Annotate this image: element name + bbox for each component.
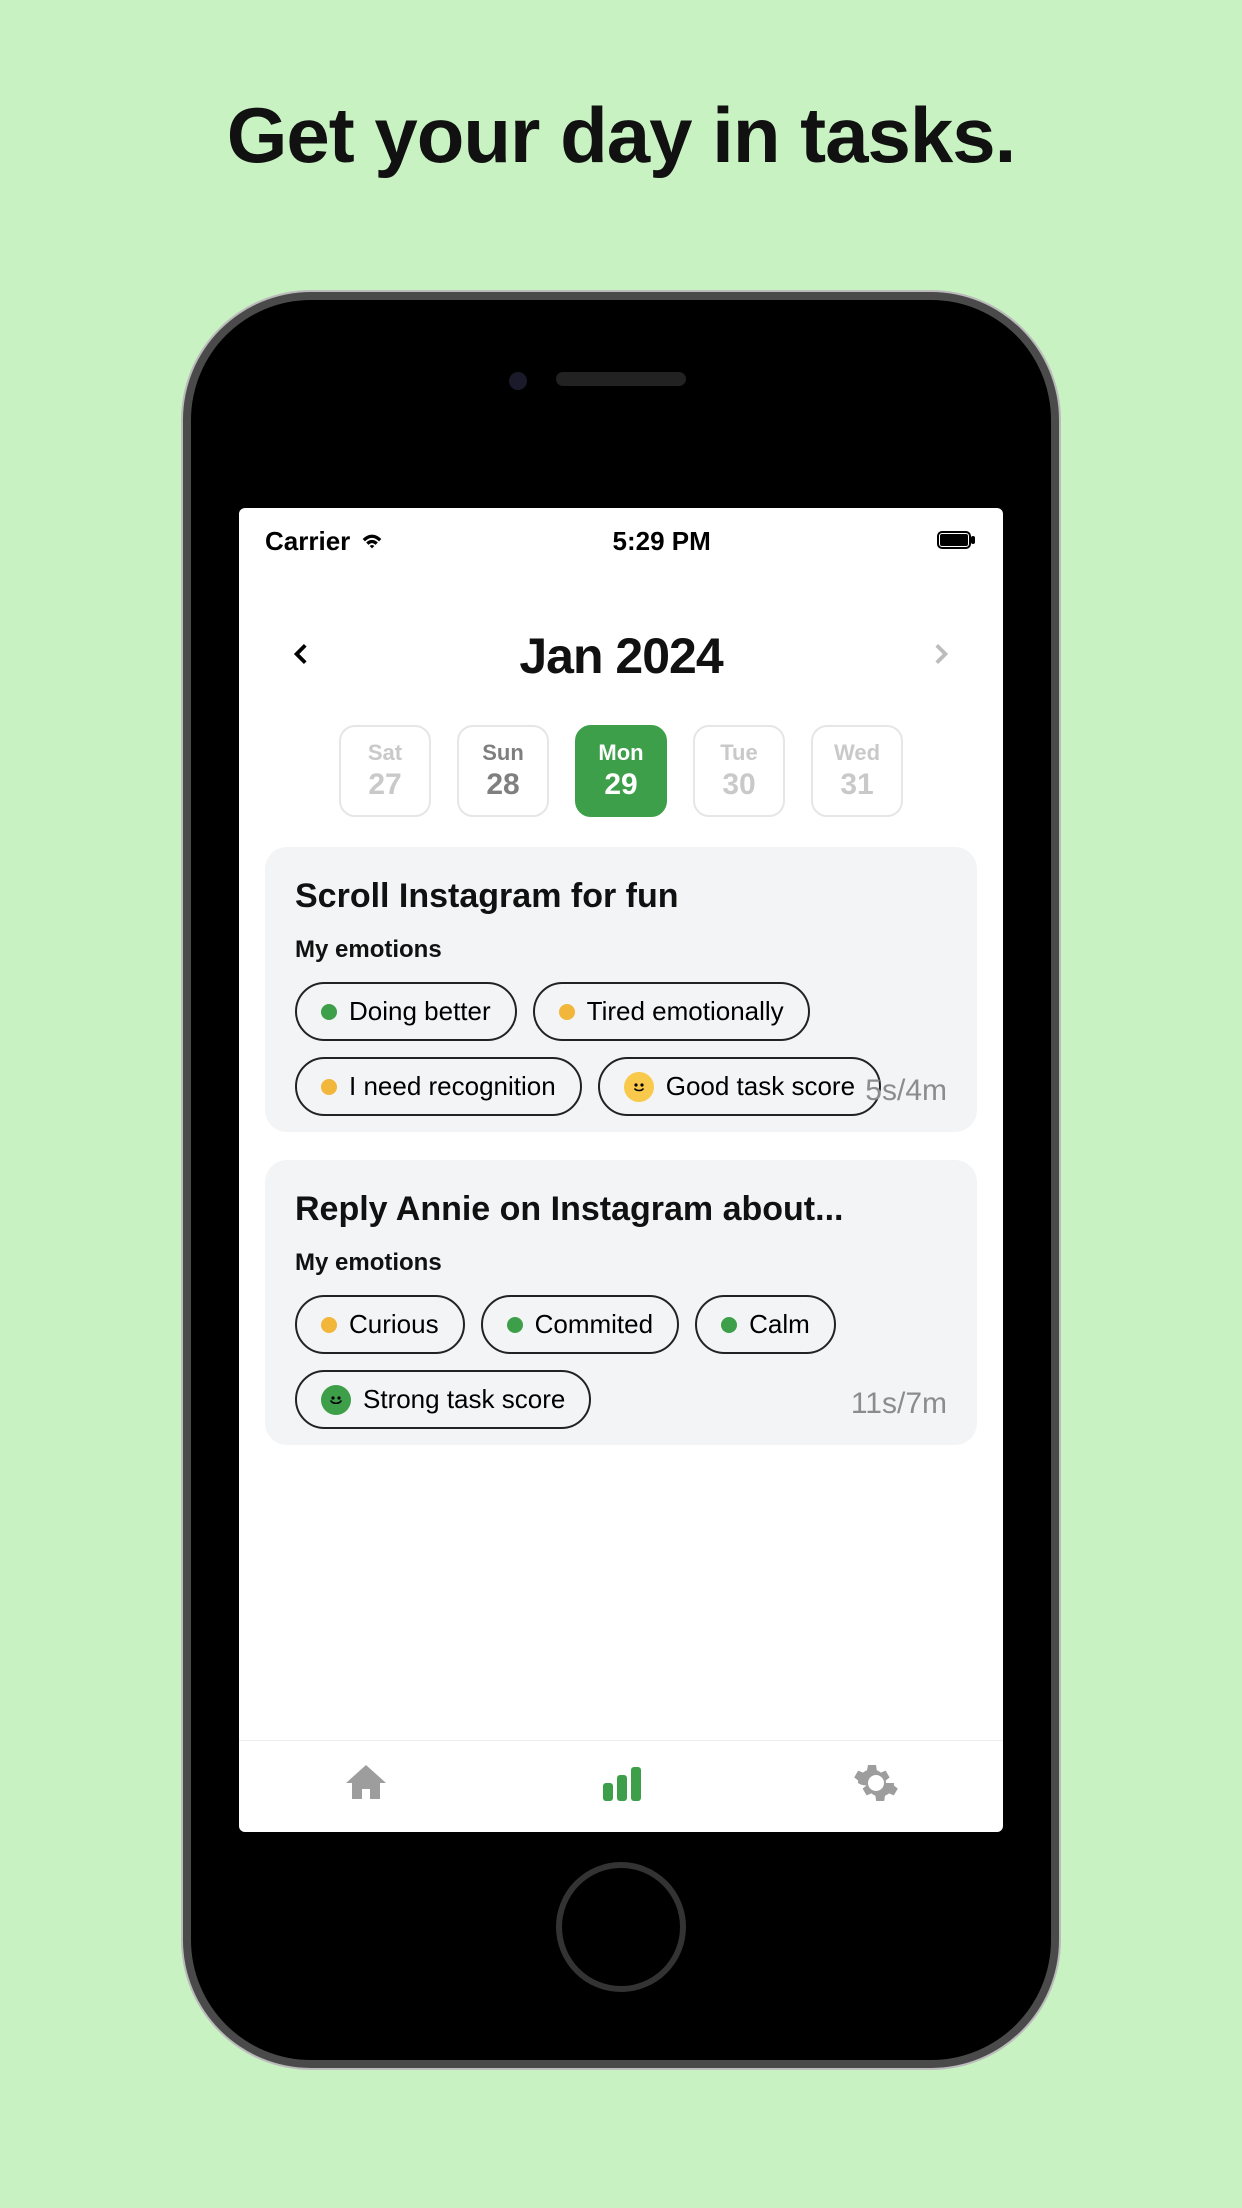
carrier-label: Carrier (265, 526, 350, 557)
task-title: Scroll Instagram for fun (295, 877, 947, 916)
camera-dot (509, 372, 527, 390)
dot-icon (721, 1317, 737, 1333)
day-tue[interactable]: Tue 30 (693, 725, 785, 817)
task-title: Reply Annie on Instagram about... (295, 1190, 947, 1229)
day-dow: Sun (482, 740, 524, 766)
emotion-chip[interactable]: Curious (295, 1295, 465, 1354)
app-screen: Carrier 5:29 PM Jan 2024 (239, 508, 1003, 1832)
prev-month-button[interactable] (289, 641, 315, 672)
task-cards: Scroll Instagram for fun My emotions Doi… (239, 847, 1003, 1740)
status-time: 5:29 PM (613, 526, 711, 557)
emotion-chip[interactable]: Calm (695, 1295, 836, 1354)
day-sat[interactable]: Sat 27 (339, 725, 431, 817)
emotion-chip[interactable]: Tired emotionally (533, 982, 810, 1041)
chip-label: Calm (749, 1309, 810, 1340)
chip-label: Curious (349, 1309, 439, 1340)
task-card[interactable]: Scroll Instagram for fun My emotions Doi… (265, 847, 977, 1132)
tab-home[interactable] (342, 1759, 390, 1812)
chip-label: Good task score (666, 1071, 855, 1102)
day-dow: Tue (720, 740, 757, 766)
chip-label: Commited (535, 1309, 653, 1340)
dot-icon (507, 1317, 523, 1333)
day-dow: Mon (598, 740, 643, 766)
emotion-chip[interactable]: I need recognition (295, 1057, 582, 1116)
day-wed[interactable]: Wed 31 (811, 725, 903, 817)
day-num: 27 (368, 768, 401, 802)
speaker-slot (556, 372, 686, 386)
tab-stats-active[interactable] (597, 1759, 645, 1812)
day-num: 30 (722, 768, 755, 802)
wifi-icon (358, 526, 386, 557)
chip-label: Strong task score (363, 1384, 565, 1415)
score-chip[interactable]: Strong task score (295, 1370, 591, 1429)
day-num: 28 (486, 768, 519, 802)
next-month-button[interactable] (927, 641, 953, 672)
emotion-chips: Doing better Tired emotionally I need re… (295, 982, 947, 1116)
emotions-label: My emotions (295, 936, 947, 964)
day-strip[interactable]: Sat 27 Sun 28 Mon 29 Tue 30 Wed 31 (239, 715, 1003, 847)
emotions-label: My emotions (295, 1249, 947, 1277)
status-bar: Carrier 5:29 PM (239, 508, 1003, 567)
tab-settings[interactable] (852, 1759, 900, 1812)
day-dow: Sat (368, 740, 402, 766)
score-chip[interactable]: Good task score (598, 1057, 881, 1116)
day-sun[interactable]: Sun 28 (457, 725, 549, 817)
day-num: 29 (604, 768, 637, 802)
tab-bar (239, 1740, 1003, 1832)
task-card[interactable]: Reply Annie on Instagram about... My emo… (265, 1160, 977, 1445)
phone-bezel: Carrier 5:29 PM Jan 2024 (219, 328, 1023, 2032)
month-nav: Jan 2024 (239, 567, 1003, 715)
page-headline: Get your day in tasks. (0, 0, 1242, 181)
phone-frame: Carrier 5:29 PM Jan 2024 (191, 300, 1051, 2060)
day-num: 31 (840, 768, 873, 802)
smile-icon (624, 1072, 654, 1102)
month-label: Jan 2024 (519, 627, 722, 685)
battery-icon (937, 526, 977, 557)
smile-icon (321, 1385, 351, 1415)
dot-icon (321, 1079, 337, 1095)
dot-icon (559, 1004, 575, 1020)
emotion-chip[interactable]: Doing better (295, 982, 517, 1041)
chip-label: Doing better (349, 996, 491, 1027)
chip-label: Tired emotionally (587, 996, 784, 1027)
day-dow: Wed (834, 740, 880, 766)
emotion-chip[interactable]: Commited (481, 1295, 679, 1354)
dot-icon (321, 1317, 337, 1333)
chip-label: I need recognition (349, 1071, 556, 1102)
home-button[interactable] (556, 1862, 686, 1992)
day-mon-active[interactable]: Mon 29 (575, 725, 667, 817)
dot-icon (321, 1004, 337, 1020)
